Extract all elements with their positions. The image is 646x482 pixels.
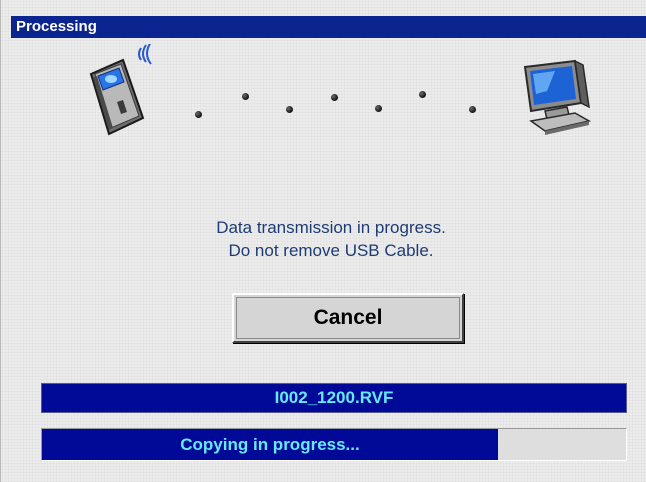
current-file-name: I002_1200.RVF xyxy=(274,388,394,407)
computer-monitor-icon xyxy=(523,59,592,135)
transfer-dot xyxy=(375,105,382,112)
status-message-line-1: Data transmission in progress. xyxy=(216,218,446,237)
status-message: Data transmission in progress. Do not re… xyxy=(151,216,511,262)
transfer-dot xyxy=(242,93,249,100)
transfer-dot xyxy=(419,91,426,98)
copy-progress-label: Copying in progress... xyxy=(180,435,360,454)
transfer-dot xyxy=(195,111,202,118)
copy-progress-bar: Copying in progress... xyxy=(41,428,627,461)
usb-device-icon xyxy=(89,44,152,136)
wireless-signal-icon xyxy=(138,44,152,65)
window-titlebar: Processing xyxy=(11,16,646,38)
cancel-button-label: Cancel xyxy=(236,297,460,339)
current-file-bar: I002_1200.RVF xyxy=(41,383,627,413)
transfer-dot xyxy=(469,106,476,113)
window-title: Processing xyxy=(16,18,97,35)
transfer-dot xyxy=(331,94,338,101)
status-message-line-2: Do not remove USB Cable. xyxy=(228,241,434,260)
processing-window: Processing Data transmission in progress… xyxy=(0,0,646,482)
transfer-dot xyxy=(286,106,293,113)
cancel-button[interactable]: Cancel xyxy=(232,293,464,343)
